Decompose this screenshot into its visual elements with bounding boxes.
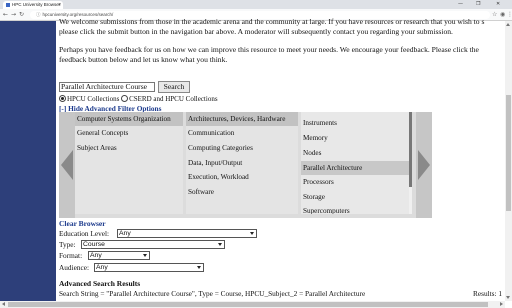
filter-item[interactable]: Instruments	[301, 116, 412, 130]
filter-item[interactable]: Parallel Architecture	[301, 161, 412, 175]
scroll-down-icon[interactable]	[506, 296, 510, 299]
forward-icon[interactable]: →	[11, 10, 16, 19]
audience-label: Audience:	[59, 263, 89, 272]
scroll-up-icon[interactable]	[506, 23, 510, 26]
audience-value: Any	[96, 264, 108, 271]
type-label: Type:	[59, 240, 76, 249]
scroll-left-icon[interactable]	[2, 302, 5, 306]
reload-icon[interactable]: ↻	[19, 10, 24, 19]
left-arrow-icon	[61, 150, 73, 180]
chevron-down-icon	[218, 243, 222, 246]
filter-item[interactable]: Computing Categories	[186, 141, 298, 155]
format-select[interactable]: Any	[88, 251, 150, 260]
filter-next-arrow[interactable]	[416, 112, 432, 218]
right-arrow-icon	[418, 150, 430, 180]
format-label: Format:	[59, 251, 83, 260]
filter-column-2: Architectures, Devices, Hardware Communi…	[186, 112, 298, 214]
menu-icon[interactable]: ⋮	[507, 10, 512, 19]
chevron-down-icon	[197, 266, 201, 269]
filter-prev-arrow[interactable]	[59, 112, 75, 218]
chevron-down-icon	[143, 254, 147, 257]
filter-item[interactable]: Software	[186, 185, 298, 199]
type-select[interactable]: Course	[81, 240, 225, 249]
radio-cserd-hpcu[interactable]	[121, 95, 129, 102]
column-scrollbar[interactable]	[409, 112, 412, 214]
education-select[interactable]: Any	[117, 229, 257, 238]
search-button[interactable]: Search	[158, 81, 190, 93]
chevron-down-icon	[250, 232, 254, 235]
page-scroll-thumb[interactable]	[506, 95, 511, 211]
filter-item[interactable]: Subject Areas	[75, 141, 183, 155]
filter-column-1: Computer Systems Organization General Co…	[75, 112, 183, 214]
page-hscroll-thumb[interactable]	[8, 302, 488, 307]
info-icon: ⓘ	[36, 11, 41, 17]
filter-item[interactable]: Data, Input/Output	[186, 156, 298, 170]
column-scroll-thumb[interactable]	[409, 112, 412, 187]
browser-titlebar: HPC University Browser × — ❐ ✕	[0, 0, 512, 9]
results-count: Results: 1	[473, 289, 502, 298]
filter-item[interactable]: Processors	[301, 175, 412, 189]
window-close-icon[interactable]: ✕	[496, 0, 500, 9]
intro-line-4: feedback button below and let us know wh…	[59, 55, 228, 64]
scroll-right-icon[interactable]	[500, 302, 503, 306]
education-label: Education Level:	[59, 229, 110, 238]
audience-select[interactable]: Any	[94, 263, 204, 272]
favicon-icon	[6, 2, 10, 7]
intro-line-3: Perhaps you have feedback for us on how …	[59, 45, 479, 54]
minimize-icon[interactable]: —	[458, 0, 463, 9]
maximize-icon[interactable]: ❐	[476, 0, 480, 9]
scope-options: HPCU Collections CSERD and HPCU Collecti…	[59, 95, 218, 104]
type-value: Course	[83, 241, 105, 248]
filter-item[interactable]: Computer Systems Organization	[75, 112, 183, 126]
filter-item[interactable]: Architectures, Devices, Hardware	[186, 112, 298, 126]
intro-line-2: please click the submit button in the na…	[59, 27, 453, 36]
url-text: hpcuniversity.org/resources/search/	[42, 11, 114, 17]
filter-item[interactable]: Supercomputers	[301, 204, 412, 214]
browser-tab[interactable]: HPC University Browser ×	[3, 1, 63, 9]
intro-line-1: We welcome submissions from those in the…	[59, 17, 485, 26]
format-value: Any	[90, 252, 102, 259]
filter-item[interactable]: Nodes	[301, 146, 412, 160]
tab-title: HPC University Browser	[12, 2, 61, 7]
search-input[interactable]: Parallel Architecture Course	[59, 82, 155, 92]
education-value: Any	[119, 230, 131, 237]
page-horizontal-scrollbar[interactable]	[0, 301, 505, 308]
tab-close-icon[interactable]: ×	[58, 1, 61, 9]
radio-hpcu-label: HPCU Collections	[67, 95, 120, 103]
filter-column-3: Instruments Memory Nodes Parallel Archit…	[301, 112, 412, 214]
filter-item[interactable]: Communication	[186, 126, 298, 140]
left-sidebar-band	[0, 21, 56, 308]
radio-hpcu-collections[interactable]	[59, 95, 66, 102]
filter-item[interactable]: Execution, Workload	[186, 170, 298, 184]
filter-item[interactable]: Memory	[301, 131, 412, 145]
page-vertical-scrollbar[interactable]	[505, 21, 512, 301]
radio-cserd-label: CSERD and HPCU Collections	[129, 95, 218, 103]
filter-item[interactable]: General Concepts	[75, 126, 183, 140]
search-string: Search String = "Parallel Architecture C…	[59, 289, 366, 298]
filter-item[interactable]: Storage	[301, 190, 412, 204]
filter-browser: Computer Systems Organization General Co…	[59, 112, 432, 218]
back-icon[interactable]: ←	[3, 10, 8, 19]
advanced-results-title: Advanced Search Results	[59, 279, 141, 288]
